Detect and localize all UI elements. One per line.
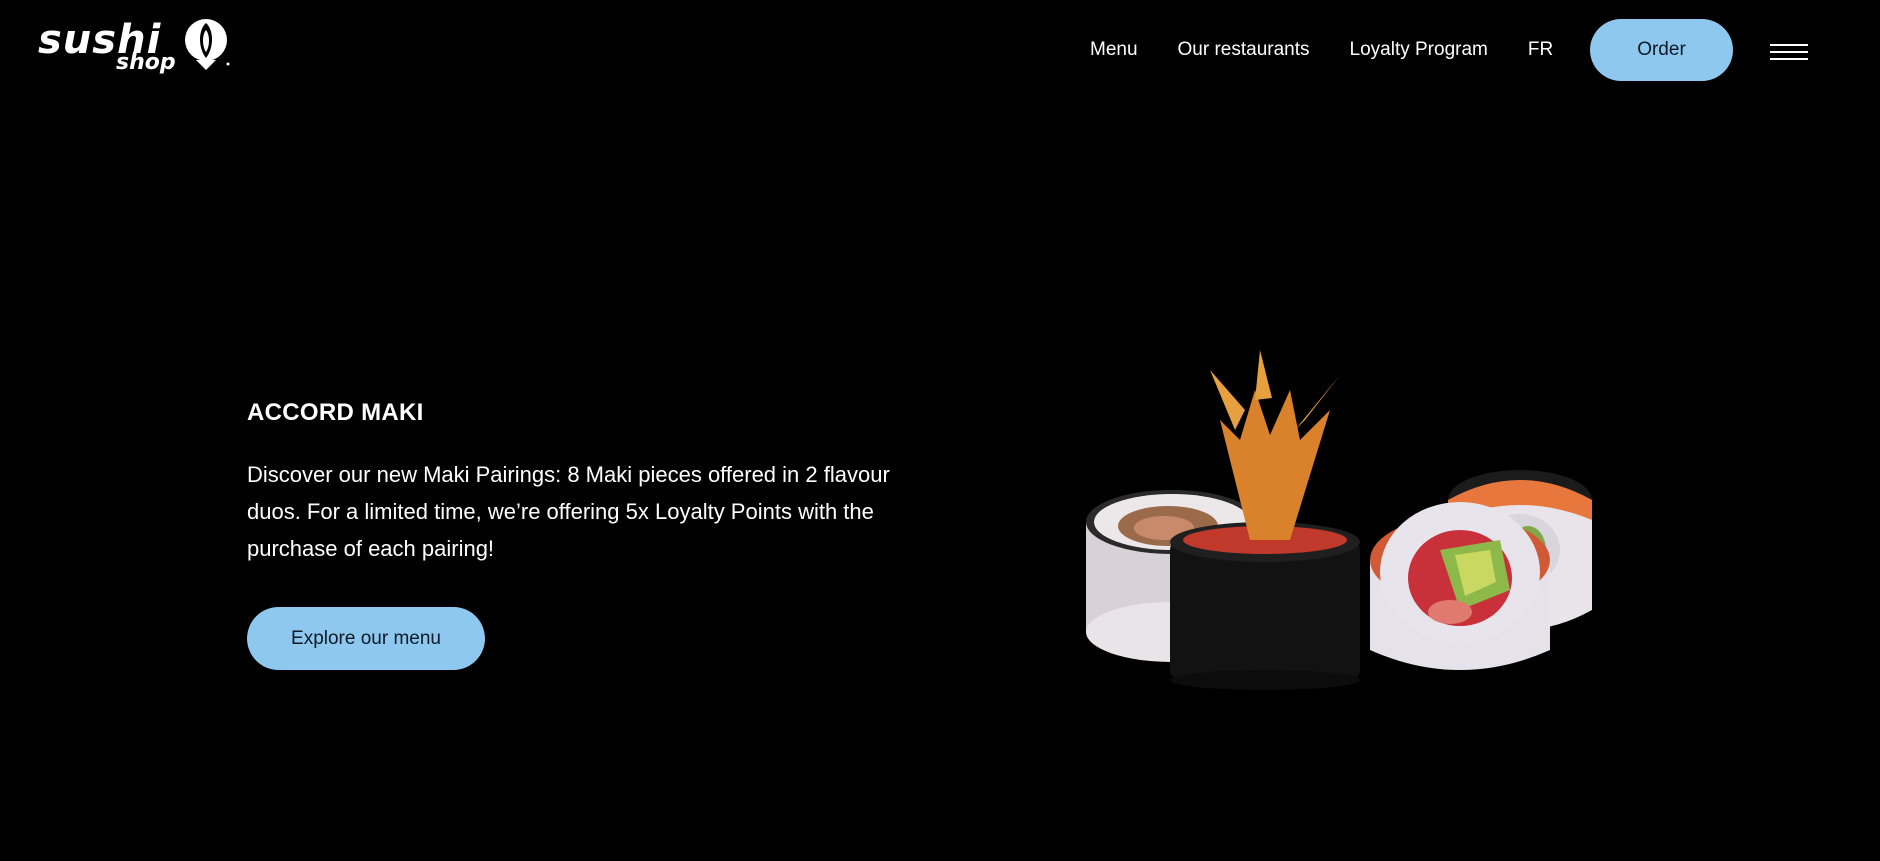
hamburger-line — [1770, 51, 1808, 53]
hamburger-line — [1770, 44, 1808, 46]
logo-subtext: shop — [116, 50, 176, 75]
page: sushi shop Menu Our restaurants Loyalty … — [0, 0, 1880, 861]
explore-menu-button[interactable]: Explore our menu — [247, 607, 485, 670]
nav-our-restaurants[interactable]: Our restaurants — [1178, 36, 1310, 64]
nav-language-fr[interactable]: FR — [1528, 36, 1553, 64]
hamburger-line — [1770, 58, 1808, 60]
sushi-shop-logo[interactable]: sushi shop — [38, 18, 234, 74]
main-nav: Menu Our restaurants Loyalty Program FR — [1090, 36, 1553, 64]
nav-menu[interactable]: Menu — [1090, 36, 1138, 64]
hero-description: Discover our new Maki Pairings: 8 Maki p… — [247, 462, 890, 561]
nav-loyalty-program[interactable]: Loyalty Program — [1350, 36, 1488, 64]
order-button[interactable]: Order — [1590, 19, 1733, 81]
hamburger-icon[interactable] — [1770, 44, 1808, 60]
hero-title: ACCORD MAKI — [247, 399, 424, 426]
logo-mark-icon — [185, 19, 230, 70]
sushi-maki-image — [1086, 350, 1592, 690]
